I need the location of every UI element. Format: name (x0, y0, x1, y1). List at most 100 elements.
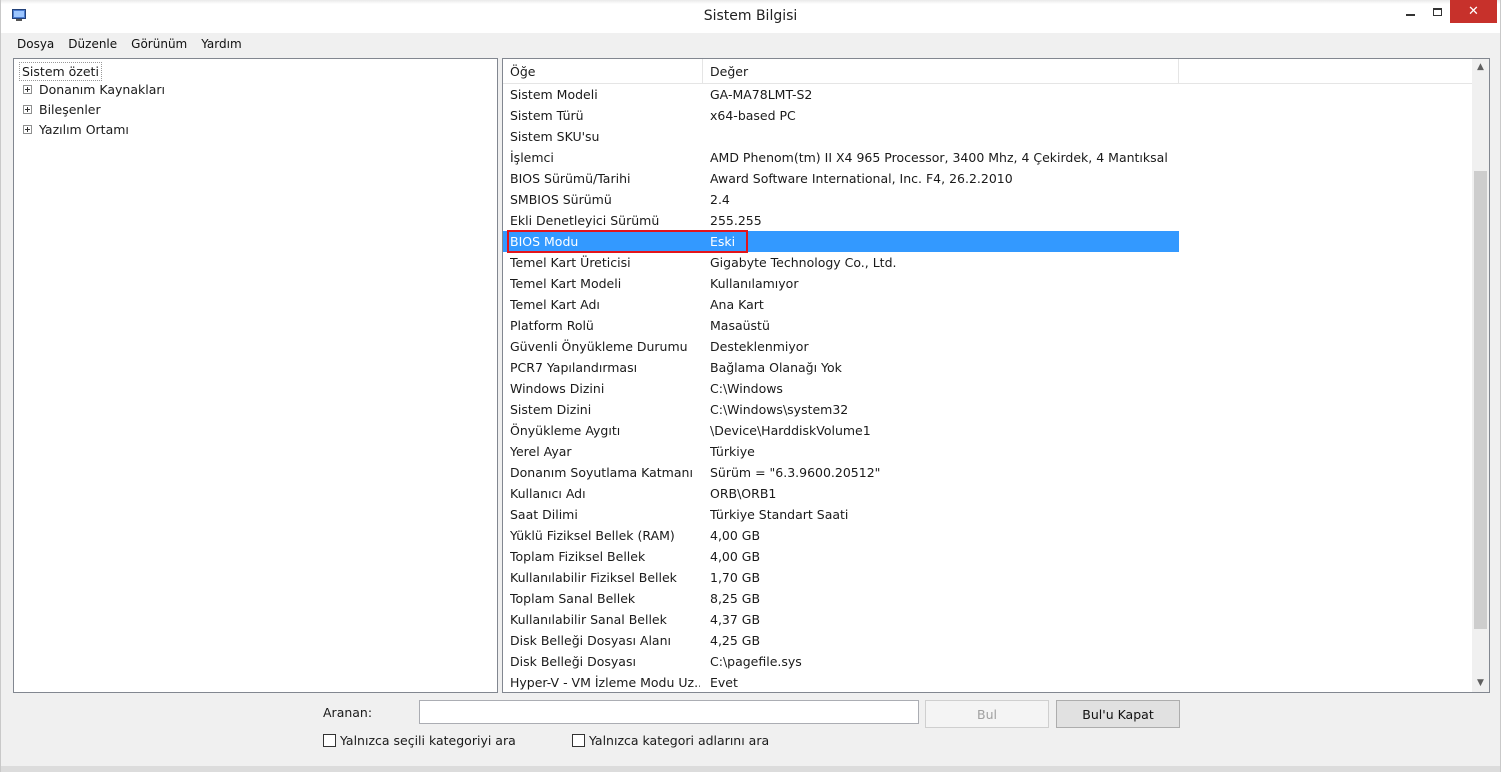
expand-icon[interactable] (23, 104, 32, 114)
scroll-down-icon[interactable]: ▼ (1472, 675, 1489, 692)
table-row[interactable]: İşlemci AMD Phenom(tm) II X4 965 Processo… (503, 147, 1473, 168)
tree-item-hardware-resources[interactable]: Donanım Kaynakları (23, 79, 165, 99)
details-list[interactable]: Öğe Değer Sistem Modeli GA-MA78LMT-S2 Sist… (502, 58, 1490, 693)
table-row[interactable]: Ekli Denetleyici Sürümü 255.255 (503, 210, 1473, 231)
table-row[interactable]: Kullanılabilir Fiziksel Bellek 1,70 GB (503, 567, 1473, 588)
cell-item: Disk Belleği Dosyası Alanı (510, 633, 671, 648)
table-row[interactable]: Yüklü Fiziksel Bellek (RAM) 4,00 GB (503, 525, 1473, 546)
table-row[interactable]: Kullanıcı Adı ORB\ORB1 (503, 483, 1473, 504)
minimize-icon (1405, 13, 1415, 16)
cell-value: x64-based PC (710, 108, 796, 123)
search-input[interactable] (419, 700, 919, 724)
search-category-names-checkbox[interactable]: Yalnızca kategori adlarını ara (572, 733, 769, 748)
checkbox-box[interactable] (323, 734, 336, 747)
title-bar[interactable]: Sistem Bilgisi ✕ (1, 0, 1500, 33)
menu-edit[interactable]: Düzenle (61, 37, 124, 51)
bottom-edge (1, 766, 1500, 772)
cell-value: C:\Windows (710, 381, 783, 396)
cell-item: Sistem Dizini (510, 402, 592, 417)
table-row[interactable]: Sistem Türü x64-based PC (503, 105, 1473, 126)
cell-value: ORB\ORB1 (710, 486, 777, 501)
list-header: Öğe Değer (503, 59, 1473, 84)
table-row[interactable]: Önyükleme Aygıtı \Device\HarddiskVolume1 (503, 420, 1473, 441)
table-row[interactable]: Windows Dizini C:\Windows (503, 378, 1473, 399)
checkbox-label: Yalnızca seçili kategoriyi ara (340, 733, 516, 748)
cell-item: Hyper-V - VM İzleme Modu Uz... (510, 675, 700, 690)
table-row[interactable]: Platform Rolü Masaüstü (503, 315, 1473, 336)
table-row[interactable]: Toplam Sanal Bellek 8,25 GB (503, 588, 1473, 609)
table-row[interactable]: Donanım Soyutlama Katmanı Sürüm = "6.3.96… (503, 462, 1473, 483)
cell-value: Masaüstü (710, 318, 770, 333)
table-row[interactable]: Toplam Fiziksel Bellek 4,00 GB (503, 546, 1473, 567)
cell-value: Evet (710, 675, 738, 690)
menu-bar: Dosya Düzenle Görünüm Yardım (1, 33, 1500, 54)
tree-item-software-environment[interactable]: Yazılım Ortamı (23, 119, 129, 139)
cell-value: AMD Phenom(tm) II X4 965 Processor, 3400… (710, 150, 1172, 165)
cell-item: Temel Kart Modeli (510, 276, 622, 291)
table-row[interactable]: Saat Dilimi Türkiye Standart Saati (503, 504, 1473, 525)
table-row[interactable]: Hyper-V - VM İzleme Modu Uz... Evet (503, 672, 1473, 692)
table-row[interactable]: Disk Belleği Dosyası C:\pagefile.sys (503, 651, 1473, 672)
menu-view[interactable]: Görünüm (124, 37, 194, 51)
cell-value: 255.255 (710, 213, 762, 228)
table-row[interactable]: Sistem Dizini C:\Windows\system32 (503, 399, 1473, 420)
scroll-up-icon[interactable]: ▲ (1472, 59, 1489, 76)
table-row[interactable]: Temel Kart Modeli Kullanılamıyor (503, 273, 1473, 294)
cell-value: 4,37 GB (710, 612, 761, 627)
vertical-scrollbar[interactable]: ▲ ▼ (1472, 59, 1489, 692)
table-row[interactable]: PCR7 Yapılandırması Bağlama Olanağı Yok (503, 357, 1473, 378)
cell-item: İşlemci (510, 150, 554, 165)
table-row[interactable]: Sistem SKU'su (503, 126, 1473, 147)
cell-item: Kullanıcı Adı (510, 486, 586, 501)
menu-help[interactable]: Yardım (194, 37, 248, 51)
search-label: Aranan: (323, 705, 373, 720)
column-header-value[interactable]: Değer (703, 59, 1179, 84)
minimize-button[interactable] (1396, 0, 1424, 23)
column-header-item[interactable]: Öğe (503, 59, 703, 84)
title-bar-strip (1, 0, 1500, 4)
find-button[interactable]: Bul (925, 700, 1049, 728)
menu-file[interactable]: Dosya (10, 37, 61, 51)
tree-item-label: Yazılım Ortamı (39, 121, 129, 137)
cell-item: Önyükleme Aygıtı (510, 423, 621, 438)
table-row[interactable]: Yerel Ayar Türkiye (503, 441, 1473, 462)
cell-item: Kullanılabilir Sanal Bellek (510, 612, 667, 627)
tree-item-components[interactable]: Bileşenler (23, 99, 101, 119)
table-row[interactable]: SMBIOS Sürümü 2.4 (503, 189, 1473, 210)
table-row-selected[interactable]: BIOS Modu Eski (503, 230, 1473, 253)
cell-value: 8,25 GB (710, 591, 761, 606)
close-button[interactable]: ✕ (1450, 0, 1497, 23)
cell-value: 2.4 (710, 192, 730, 207)
close-find-button[interactable]: Bul'u Kapat (1056, 700, 1180, 728)
maximize-button[interactable] (1424, 0, 1450, 23)
table-row[interactable]: Güvenli Önyükleme Durumu Desteklenmiyor (503, 336, 1473, 357)
table-row[interactable]: Temel Kart Adı Ana Kart (503, 294, 1473, 315)
expand-icon[interactable] (23, 124, 32, 134)
table-row[interactable]: BIOS Sürümü/Tarihi Award Software Interna… (503, 168, 1473, 189)
table-row[interactable]: Temel Kart Üreticisi Gigabyte Technology … (503, 252, 1473, 273)
table-row[interactable]: Kullanılabilir Sanal Bellek 4,37 GB (503, 609, 1473, 630)
cell-item: Sistem Modeli (510, 87, 598, 102)
cell-item: Yüklü Fiziksel Bellek (RAM) (510, 528, 675, 543)
scrollbar-thumb[interactable] (1474, 171, 1487, 629)
cell-item: Güvenli Önyükleme Durumu (510, 339, 688, 354)
cell-item: Temel Kart Adı (510, 297, 600, 312)
table-row[interactable]: Disk Belleği Dosyası Alanı 4,25 GB (503, 630, 1473, 651)
search-selected-category-checkbox[interactable]: Yalnızca seçili kategoriyi ara (323, 733, 516, 748)
cell-item: PCR7 Yapılandırması (510, 360, 638, 375)
category-tree[interactable]: Sistem özeti Donanım Kaynakları Bileşenl… (13, 58, 498, 693)
cell-value: Bağlama Olanağı Yok (710, 360, 842, 375)
table-row[interactable]: Sistem Modeli GA-MA78LMT-S2 (503, 84, 1473, 105)
checkbox-box[interactable] (572, 734, 585, 747)
cell-item: Sistem Türü (510, 108, 584, 123)
cell-value: Eski (710, 234, 736, 249)
expand-icon[interactable] (23, 84, 32, 94)
cell-item: Disk Belleği Dosyası (510, 654, 636, 669)
cell-value: GA-MA78LMT-S2 (710, 87, 813, 102)
cell-item: SMBIOS Sürümü (510, 192, 612, 207)
cell-value: Ana Kart (710, 297, 764, 312)
cell-item: Saat Dilimi (510, 507, 578, 522)
cell-item: Donanım Soyutlama Katmanı (510, 465, 693, 480)
tree-item-label: Donanım Kaynakları (39, 81, 166, 97)
cell-value: Türkiye Standart Saati (710, 507, 849, 522)
